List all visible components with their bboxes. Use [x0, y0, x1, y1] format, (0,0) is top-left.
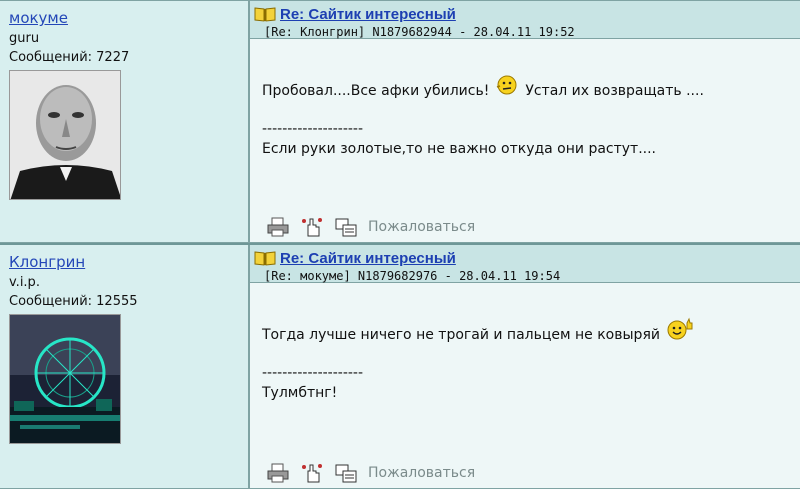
message-title-link[interactable]: Re: Сайтик интересный [280, 6, 456, 23]
message-body: Тогда лучше ничего не трогай и пальцем н… [250, 283, 800, 458]
avatar [9, 314, 121, 444]
quote-hand-icon[interactable] [300, 462, 324, 484]
open-book-icon [254, 250, 276, 266]
quote-hand-icon[interactable] [300, 216, 324, 238]
complain-link[interactable]: Пожаловаться [368, 465, 475, 481]
print-icon[interactable] [266, 216, 290, 238]
reply-window-icon[interactable] [334, 216, 358, 238]
author-rank: v.i.p. [9, 275, 40, 290]
signature-text: Тулмбтнг! [262, 385, 338, 401]
reply-window-icon[interactable] [334, 462, 358, 484]
signature-separator: -------------------- [262, 365, 364, 381]
avatar [9, 70, 121, 200]
author-message-count: Сообщений: 12555 [9, 294, 138, 309]
message-meta: [Re: Клонгрин] N1879682944 - 28.04.11 19… [264, 25, 575, 39]
message-actions: Пожаловаться [250, 212, 800, 242]
thumbs-up-smiley-icon [666, 317, 693, 341]
author-message-count: Сообщений: 7227 [9, 50, 130, 65]
author-name-link[interactable]: Клонгрин [9, 253, 85, 271]
signature-text: Если руки золотые,то не важно откуда они… [262, 141, 657, 157]
message-actions: Пожаловаться [250, 458, 800, 488]
message-meta: [Re: мокуме] N1879682976 - 28.04.11 19:5… [264, 269, 561, 283]
message-title-link[interactable]: Re: Сайтик интересный [280, 250, 456, 267]
message-text: Пробовал....Все афки убились! [262, 83, 490, 99]
author-name-link[interactable]: мокуме [9, 9, 68, 27]
message-content: Re: Сайтик интересный [Re: Клонгрин] N18… [250, 1, 800, 242]
message-content: Re: Сайтик интересный [Re: мокуме] N1879… [250, 245, 800, 488]
complain-link[interactable]: Пожаловаться [368, 219, 475, 235]
post: Клонгрин v.i.p. Сообщений: 12555 Re: Сай… [0, 243, 800, 489]
post: мокуме guru Сообщений: 7227 Re: Сайтик и… [0, 0, 800, 243]
author-rank: guru [9, 31, 40, 46]
message-body: Пробовал....Все афки убились! Устал их в… [250, 39, 800, 212]
shrug-smiley-icon [495, 73, 519, 97]
author-panel: Клонгрин v.i.p. Сообщений: 12555 [0, 245, 250, 488]
forum-thread: мокуме guru Сообщений: 7227 Re: Сайтик и… [0, 0, 800, 489]
message-text-continued: Устал их возвращать .... [525, 83, 704, 99]
print-icon[interactable] [266, 462, 290, 484]
author-panel: мокуме guru Сообщений: 7227 [0, 1, 250, 242]
open-book-icon [254, 6, 276, 22]
message-header: Re: Сайтик интересный [Re: мокуме] N1879… [250, 245, 800, 283]
message-header: Re: Сайтик интересный [Re: Клонгрин] N18… [250, 1, 800, 39]
message-text: Тогда лучше ничего не трогай и пальцем н… [262, 327, 660, 343]
signature-separator: -------------------- [262, 121, 364, 137]
